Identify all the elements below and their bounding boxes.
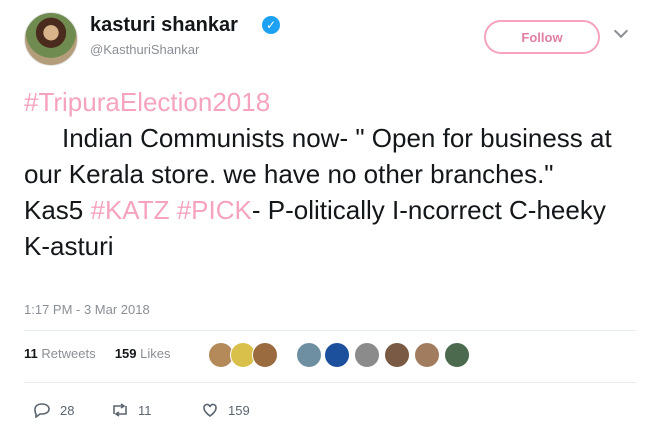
like-count: 159: [228, 402, 250, 418]
stats-divider-bottom: [24, 382, 636, 383]
liker-avatar[interactable]: [384, 342, 410, 368]
retweet-count: 11: [138, 402, 152, 418]
reply-count: 28: [60, 402, 75, 418]
tweet-line-1: Indian Communists now- " Open for busine…: [24, 123, 612, 189]
profile-avatar[interactable]: [24, 12, 78, 66]
stats-divider-top: [24, 330, 636, 331]
reply-button[interactable]: 28: [32, 398, 74, 422]
engagement-stats: 11 Retweets 159 Likes: [24, 346, 171, 361]
liker-avatar[interactable]: [252, 342, 278, 368]
liker-avatar[interactable]: [354, 342, 380, 368]
liker-avatar[interactable]: [444, 342, 470, 368]
follow-button[interactable]: Follow: [484, 20, 600, 54]
heart-icon: [203, 403, 217, 417]
hashtag-tripura-election-2018[interactable]: #TripuraElection2018: [24, 87, 270, 117]
retweets-count[interactable]: 11: [24, 346, 38, 361]
user-name[interactable]: kasturi shankar: [90, 14, 238, 37]
likes-count[interactable]: 159: [115, 346, 137, 361]
liker-avatar[interactable]: [414, 342, 440, 368]
liker-avatar[interactable]: [296, 342, 322, 368]
tweet-text: #TripuraElection2018 Indian Communists n…: [24, 84, 636, 264]
reply-icon: [34, 403, 50, 418]
tweet-prefix-2: Kas5: [24, 195, 84, 225]
verified-badge-icon: ✓: [262, 16, 280, 34]
tweet-actions: 28 11 159: [24, 398, 636, 422]
chevron-down-icon[interactable]: [613, 23, 629, 39]
hashtag-pick[interactable]: #PICK: [177, 195, 252, 225]
user-handle[interactable]: @KasthuriShankar: [90, 42, 199, 57]
retweets-label[interactable]: Retweets: [41, 346, 95, 361]
tweet-header: kasturi shankar ✓ @KasthuriShankar Follo…: [24, 12, 634, 68]
tweet-timestamp[interactable]: 1:17 PM - 3 Mar 2018: [24, 302, 150, 317]
hashtag-katz[interactable]: #KATZ: [91, 195, 170, 225]
retweet-button[interactable]: 11: [110, 398, 152, 422]
like-button[interactable]: 159: [200, 398, 250, 422]
likes-label[interactable]: Likes: [140, 346, 170, 361]
liker-avatar[interactable]: [324, 342, 350, 368]
retweet-icon: [113, 403, 127, 417]
